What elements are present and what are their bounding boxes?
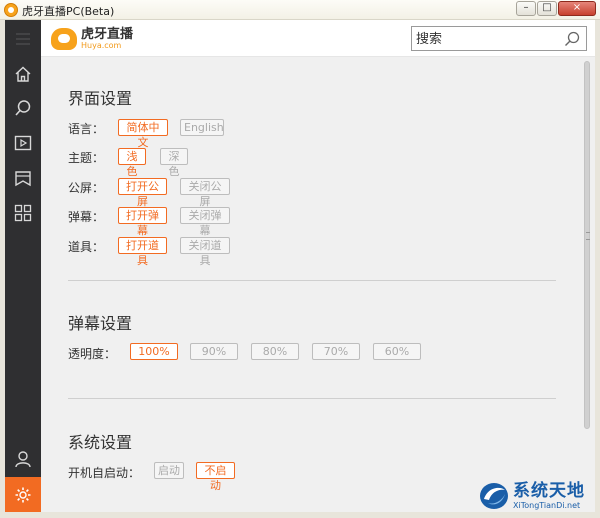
opacity-option-100[interactable]: 100%	[130, 343, 178, 360]
props-label: 道具：	[68, 240, 105, 254]
maximize-button[interactable]: □	[537, 1, 557, 16]
window-controls: – □ ×	[515, 1, 596, 16]
interface-settings-title: 界面设置	[68, 89, 133, 108]
watermark-text-en: XiTongTianDi.net	[513, 500, 581, 510]
scrollbar[interactable]	[584, 61, 590, 509]
search-box	[411, 26, 587, 51]
danmaku-off[interactable]: 关闭弹幕	[180, 207, 230, 237]
sidebar-item-video[interactable]	[5, 126, 41, 160]
sidebar-item-subscriptions[interactable]	[5, 161, 41, 195]
sidebar-item-menu[interactable]	[5, 22, 41, 56]
search-input[interactable]	[416, 30, 556, 48]
scrollbar-grip	[586, 232, 590, 240]
play-icon	[14, 135, 32, 151]
autostart-label: 开机自启动：	[68, 466, 141, 480]
grid-icon	[14, 204, 32, 222]
language-option-en[interactable]: English	[180, 119, 224, 136]
bookmark-icon	[15, 171, 31, 187]
danmaku-label: 弹幕：	[68, 210, 105, 224]
header: 虎牙直播 Huya.com	[41, 20, 595, 57]
sidebar-item-search[interactable]	[5, 91, 41, 125]
logo-text-en: Huya.com	[81, 41, 122, 50]
sidebar-item-home[interactable]	[5, 57, 41, 91]
gear-icon	[15, 487, 31, 502]
danmaku-settings-title: 弹幕设置	[68, 314, 133, 333]
sidebar-item-settings[interactable]	[5, 477, 41, 512]
minimize-button[interactable]: –	[516, 1, 536, 16]
system-settings-title: 系统设置	[68, 433, 133, 452]
theme-option-light[interactable]: 浅色	[118, 148, 146, 178]
opacity-option-90[interactable]: 90%	[190, 343, 238, 360]
language-label: 语言：	[68, 122, 105, 136]
opacity-option-80[interactable]: 80%	[251, 343, 299, 360]
danmaku-on[interactable]: 打开弹幕	[118, 207, 167, 237]
section-divider	[68, 398, 556, 399]
close-button[interactable]: ×	[558, 1, 596, 16]
opacity-label: 透明度：	[68, 347, 117, 361]
window-frame-right	[595, 20, 600, 518]
window-titlebar: 虎牙直播PC(Beta) – □ ×	[0, 0, 600, 20]
site-watermark: 系统天地 XiTongTianDi.net	[478, 476, 598, 516]
theme-option-dark[interactable]: 深色	[160, 148, 188, 178]
huya-logo[interactable]: 虎牙直播 Huya.com	[51, 26, 133, 52]
theme-label: 主题：	[68, 151, 105, 165]
props-off[interactable]: 关闭道具	[180, 237, 230, 267]
autostart-off[interactable]: 不启动	[196, 462, 235, 492]
opacity-option-70[interactable]: 70%	[312, 343, 360, 360]
app-icon	[4, 3, 18, 17]
tiger-logo-icon	[51, 28, 77, 50]
hamburger-icon	[16, 33, 30, 45]
user-icon	[15, 451, 31, 468]
search-icon[interactable]	[564, 31, 580, 47]
sidebar-item-user[interactable]	[5, 442, 41, 476]
scrollbar-thumb[interactable]	[584, 61, 590, 429]
watermark-text-cn: 系统天地	[513, 480, 585, 501]
window-title: 虎牙直播PC(Beta)	[22, 5, 115, 18]
autostart-on[interactable]: 启动	[154, 462, 184, 479]
opacity-option-60[interactable]: 60%	[373, 343, 421, 360]
sidebar	[5, 20, 41, 512]
public-screen-on[interactable]: 打开公屏	[118, 178, 167, 208]
props-on[interactable]: 打开道具	[118, 237, 167, 267]
section-divider	[68, 280, 556, 281]
watermark-logo-icon	[480, 483, 508, 509]
public-screen-label: 公屏：	[68, 181, 105, 195]
sidebar-item-categories[interactable]	[5, 196, 41, 230]
public-screen-off[interactable]: 关闭公屏	[180, 178, 230, 208]
home-icon	[15, 66, 31, 82]
language-option-zh[interactable]: 简体中文	[118, 119, 168, 149]
search-icon	[15, 100, 31, 116]
settings-panel: 界面设置 语言： 简体中文 English 主题： 浅色 深色 公屏： 打开公屏…	[41, 57, 595, 512]
logo-text-cn: 虎牙直播	[81, 27, 134, 42]
